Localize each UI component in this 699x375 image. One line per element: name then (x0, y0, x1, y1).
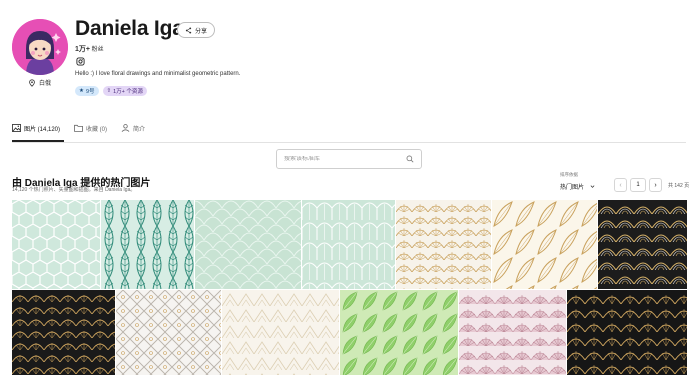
tabs-divider (12, 142, 686, 143)
page-input[interactable]: 1 (630, 178, 646, 192)
avatar (12, 19, 68, 75)
share-icon (185, 26, 192, 34)
search-box[interactable] (276, 149, 422, 169)
thumbnail-mint-hexagon[interactable] (12, 200, 100, 289)
search-icon[interactable] (406, 155, 414, 163)
location: 白俄 (28, 78, 51, 87)
section-subtitle: 14,120 个热门照片、矢量图和插图。来自 Daniela Iga。 (12, 187, 136, 193)
page-total: 共 142 页 (668, 182, 690, 189)
followers: 1万+ 粉丝 (75, 44, 104, 54)
thumbnail-pink-fans[interactable] (459, 290, 566, 375)
image-icon (12, 124, 21, 132)
share-label: 分享 (195, 28, 208, 35)
followers-count: 1万+ (75, 46, 90, 53)
thumbnail-black-gold-fans[interactable] (567, 290, 687, 375)
sort-value: 热门图片 (560, 185, 585, 191)
tab-about[interactable]: 简介 (121, 122, 145, 134)
thumbnail-gold-leaves-white[interactable] (492, 200, 597, 289)
tab-images-label: 图片 (14,120) (24, 126, 61, 133)
thumbnail-beige-geometric[interactable] (222, 290, 339, 375)
resources-badge-text: 1万+ 个资源 (113, 89, 143, 95)
location-text: 白俄 (39, 81, 52, 87)
thumbnail-black-gold-scallops[interactable] (12, 290, 115, 375)
rank-badge-text: 9号 (85, 89, 95, 95)
rank-badge: ★ 9号 (75, 86, 99, 96)
tab-collections[interactable]: 收藏 (0) (74, 122, 107, 134)
profile-bio: Hello :) I love floral drawings and mini… (75, 71, 241, 77)
thumbnail-mint-scales[interactable] (195, 200, 301, 289)
instagram-icon[interactable] (76, 57, 85, 66)
prev-page-button[interactable]: ‹ (614, 178, 627, 192)
badges: ★ 9号 ⇧ 1万+ 个资源 (75, 86, 147, 96)
tab-images[interactable]: 图片 (14,120) (12, 122, 60, 134)
star-icon: ★ (79, 88, 84, 94)
location-pin-icon (29, 78, 35, 87)
thumbnail-green-leaves[interactable] (340, 290, 458, 375)
thumbnail-black-gold-art-deco[interactable] (598, 200, 687, 289)
thumbnail-mint-arches[interactable] (302, 200, 395, 289)
profile-tabs: 图片 (14,120) 收藏 (0) 简介 (12, 122, 145, 134)
chevron-down-icon (590, 185, 595, 188)
search-input[interactable] (284, 156, 394, 162)
tab-about-label: 简介 (133, 126, 146, 133)
thumbnail-grey-lattice[interactable] (116, 290, 221, 375)
user-icon (121, 124, 130, 132)
thumbnail-gold-fan-white[interactable] (396, 200, 491, 289)
sort-dropdown[interactable]: 热门图片 (560, 182, 595, 191)
tab-collections-label: 收藏 (0) (86, 126, 108, 133)
profile-name: Daniela Iga (75, 17, 184, 40)
next-page-button[interactable]: › (649, 178, 662, 192)
share-button[interactable]: 分享 (177, 22, 216, 38)
upload-icon: ⇧ (106, 88, 112, 94)
thumbnail-teal-leaves[interactable] (101, 200, 194, 289)
resources-badge: ⇧ 1万+ 个资源 (102, 86, 147, 96)
followers-label: 粉丝 (91, 47, 104, 53)
pagination: ‹ 1 › 共 142 页 (614, 178, 689, 192)
sort-label: 排序依据 (560, 172, 578, 177)
folder-icon (74, 124, 83, 132)
